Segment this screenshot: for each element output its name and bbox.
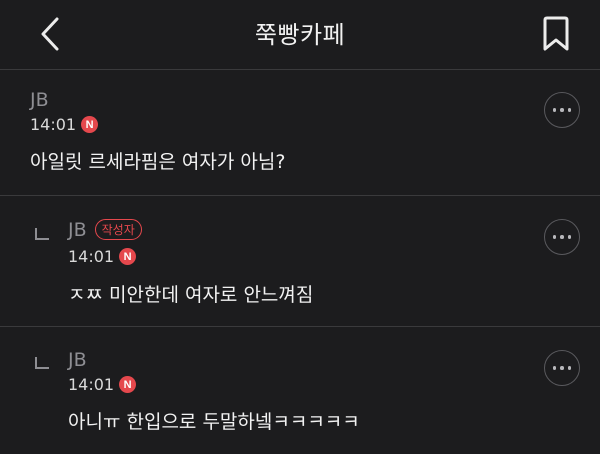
more-options-button[interactable] — [544, 219, 580, 255]
new-badge: N — [119, 248, 137, 265]
comment-meta: 14:01 N — [68, 247, 137, 266]
comment-text: 아니ㅠ 한입으로 두말하넼ㅋㅋㅋㅋㅋ — [68, 411, 360, 433]
reply-indent-icon — [35, 228, 49, 240]
top-bar: 쭉빵카페 — [0, 0, 600, 70]
reply-indent-icon — [35, 357, 49, 369]
more-options-button[interactable] — [544, 350, 580, 386]
comment-author: JB — [68, 349, 87, 371]
comment-author: JB — [68, 219, 87, 241]
reply-item: JB 작성자 14:01 N ㅈㅉ 미안한데 여자로 안느껴짐 — [0, 196, 600, 327]
writer-badge: 작성자 — [94, 219, 142, 240]
comment-time: 14:01 — [68, 247, 115, 266]
comment-author-row: JB 작성자 — [68, 219, 142, 241]
more-options-button[interactable] — [544, 92, 580, 128]
comment-meta: 14:01 N — [68, 375, 137, 394]
bookmark-icon — [543, 16, 569, 51]
more-icon — [552, 366, 572, 370]
bookmark-button[interactable] — [534, 12, 578, 56]
more-icon — [552, 235, 572, 239]
comment-text: ㅈㅉ 미안한데 여자로 안느껴짐 — [68, 284, 314, 306]
comment-text: 아일릿 르세라핌은 여자가 아님? — [30, 151, 286, 173]
comment-time: 14:01 — [68, 375, 115, 394]
comment-item: JB 14:01 N 아일릿 르세라핌은 여자가 아님? — [0, 70, 600, 196]
new-badge: N — [81, 116, 99, 133]
comment-meta: 14:01 N — [30, 115, 99, 134]
reply-item: JB 14:01 N 아니ㅠ 한입으로 두말하넼ㅋㅋㅋㅋㅋ — [0, 327, 600, 454]
page-title: 쭉빵카페 — [254, 21, 346, 49]
comment-author: JB — [30, 89, 49, 111]
new-badge: N — [119, 376, 137, 393]
more-icon — [552, 108, 572, 112]
comment-time: 14:01 — [30, 115, 77, 134]
